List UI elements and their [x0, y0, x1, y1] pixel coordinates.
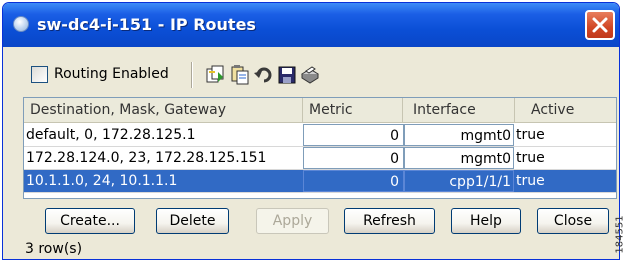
paste-icon[interactable]	[229, 65, 251, 85]
cell-destination: default, 0, 172.28.125.1	[26, 127, 196, 143]
title-bar[interactable]: sw-dc4-i-151 - IP Routes	[3, 3, 619, 47]
help-button[interactable]: Help	[451, 208, 521, 234]
column-header-interface[interactable]: Interface	[403, 98, 515, 122]
cell-interface[interactable]: mgmt0	[404, 147, 514, 169]
refresh-button[interactable]: Refresh	[344, 208, 435, 234]
routes-table[interactable]: Destination, Mask, Gateway Metric Interf…	[23, 97, 617, 199]
checkbox-box[interactable]	[31, 65, 48, 83]
cell-active: true	[516, 150, 545, 166]
table-row-selected[interactable]: 10.1.1.0, 24, 10.1.1.1 0 cpp1/1/1 true	[24, 170, 616, 193]
column-header-active[interactable]: Active	[515, 98, 616, 122]
cell-destination: 172.28.124.0, 23, 172.28.125.151	[26, 150, 267, 166]
close-button[interactable]: Close	[537, 208, 609, 234]
button-bar: Create... Delete Apply Refresh Help Clos…	[23, 208, 613, 236]
cell-destination: 10.1.1.0, 24, 10.1.1.1	[26, 173, 178, 189]
close-icon	[592, 17, 608, 33]
delete-button[interactable]: Delete	[156, 208, 229, 234]
cell-metric[interactable]: 0	[303, 124, 404, 146]
table-row[interactable]: default, 0, 172.28.125.1 0 mgmt0 true	[24, 124, 616, 147]
cell-active: true	[516, 127, 545, 143]
ip-routes-dialog: sw-dc4-i-151 - IP Routes Routing Enabled	[2, 2, 620, 260]
toolbar-separator	[191, 62, 193, 88]
row-count-status: 3 row(s)	[25, 241, 83, 257]
routing-enabled-label: Routing Enabled	[54, 66, 169, 82]
undo-icon[interactable]	[253, 65, 275, 85]
cell-interface[interactable]: cpp1/1/1	[404, 170, 514, 192]
save-icon[interactable]	[276, 65, 298, 85]
figure-id-text: 184551	[614, 215, 626, 254]
print-icon[interactable]	[299, 65, 321, 85]
cell-metric[interactable]: 0	[303, 170, 404, 192]
cell-interface[interactable]: mgmt0	[404, 124, 514, 146]
column-header-metric[interactable]: Metric	[303, 98, 403, 122]
toolbar: Routing Enabled	[23, 62, 583, 92]
figure-id-label: 184551	[614, 212, 631, 260]
cell-metric[interactable]: 0	[303, 147, 404, 169]
cell-active: true	[516, 173, 545, 189]
table-row[interactable]: 172.28.124.0, 23, 172.28.125.151 0 mgmt0…	[24, 147, 616, 170]
routing-enabled-checkbox[interactable]: Routing Enabled	[23, 62, 169, 86]
window-title: sw-dc4-i-151 - IP Routes	[37, 15, 256, 34]
apply-button[interactable]: Apply	[256, 208, 329, 234]
create-button[interactable]: Create...	[45, 208, 135, 234]
window-close-button[interactable]	[585, 10, 615, 40]
table-header: Destination, Mask, Gateway Metric Interf…	[24, 98, 616, 123]
column-header-destination[interactable]: Destination, Mask, Gateway	[24, 98, 303, 122]
app-icon	[13, 16, 29, 32]
copy-to-new-icon[interactable]	[205, 65, 227, 85]
